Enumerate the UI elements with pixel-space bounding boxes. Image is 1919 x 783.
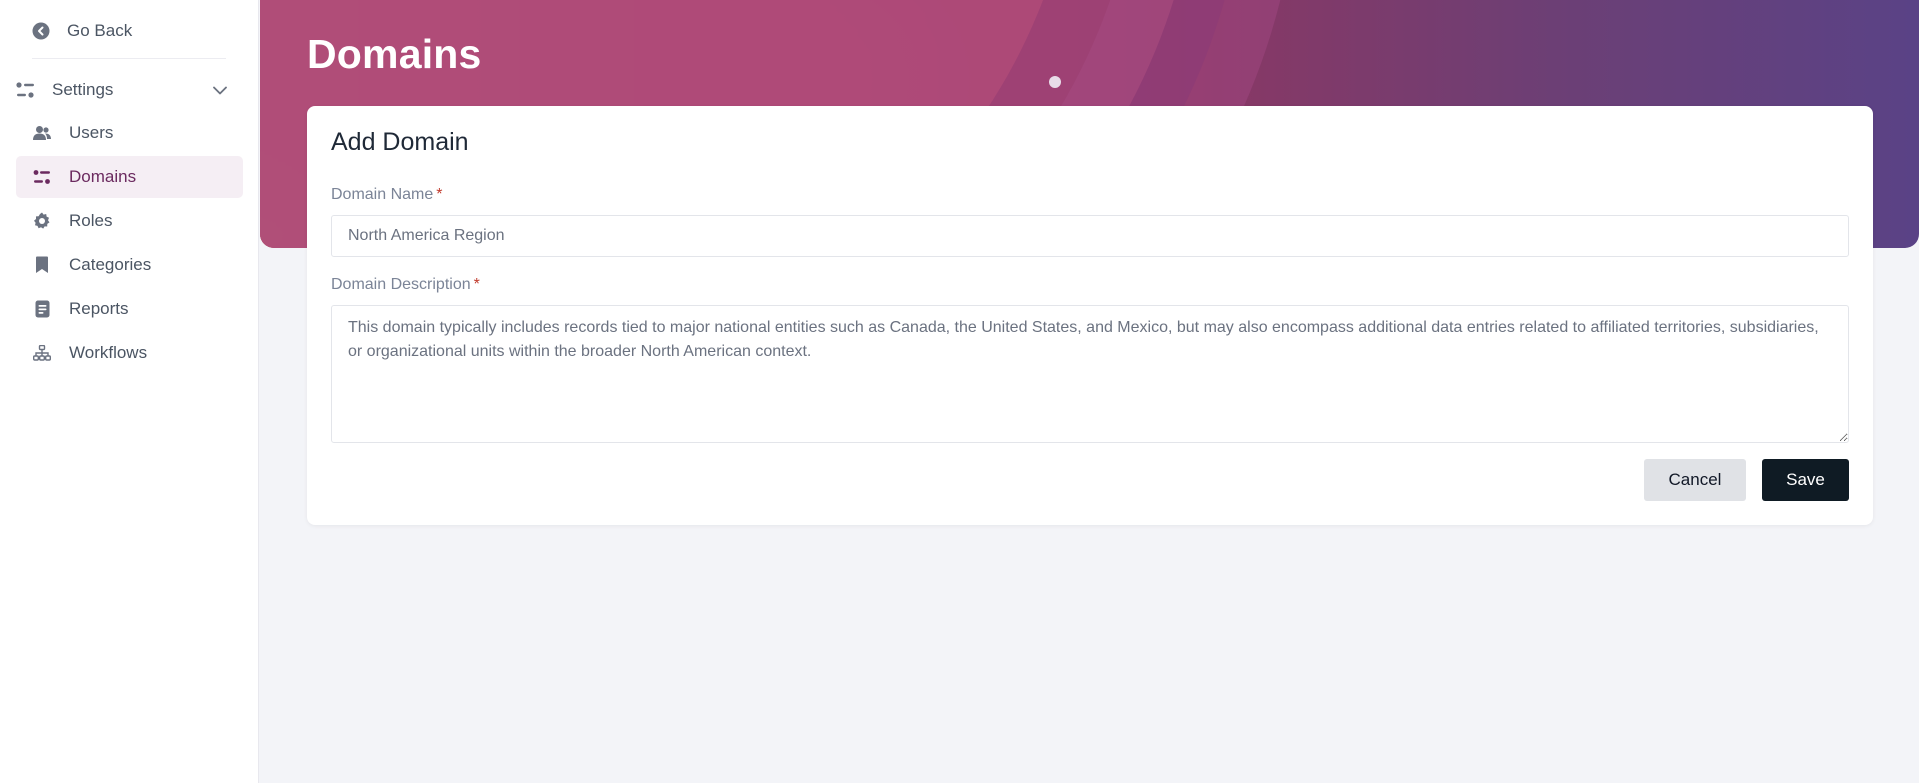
sidebar-item-label: Domains: [69, 167, 137, 186]
domain-description-label: Domain Description *: [331, 276, 480, 294]
go-back-button[interactable]: Go Back: [32, 18, 132, 44]
card-title: Add Domain: [331, 128, 469, 156]
hierarchy-icon: [33, 344, 51, 362]
sidebar-item-domains[interactable]: Domains: [16, 156, 243, 198]
page-title: Domains: [307, 31, 482, 77]
sidebar-item-categories[interactable]: Categories: [16, 244, 243, 286]
domain-name-label-text: Domain Name: [331, 186, 434, 203]
save-button[interactable]: Save: [1762, 459, 1849, 501]
chevron-down-icon: [212, 82, 228, 98]
required-marker: *: [436, 186, 443, 203]
domain-description-label-text: Domain Description: [331, 276, 471, 293]
domain-name-label: Domain Name *: [331, 186, 443, 204]
go-back-label: Go Back: [67, 21, 133, 40]
settings-label: Settings: [52, 80, 114, 99]
sidebar-item-label: Reports: [69, 299, 129, 318]
users-icon: [33, 124, 51, 142]
chevron-left-circle-icon: [32, 22, 50, 40]
add-domain-card: Add Domain Domain Name* Domain Descripti…: [307, 106, 1873, 525]
domain-description-textarea[interactable]: This domain typically includes records t…: [331, 305, 1849, 443]
cancel-button[interactable]: Cancel: [1644, 459, 1746, 501]
bookmark-icon: [33, 256, 51, 274]
sidebar-item-roles[interactable]: Roles: [16, 200, 243, 242]
settings-group-toggle[interactable]: Settings: [16, 76, 228, 104]
sliders-icon: [33, 168, 51, 186]
sidebar-item-label: Roles: [69, 211, 113, 230]
sidebar-item-label: Workflows: [69, 343, 148, 362]
sidebar: Go Back Settings Users Domains Roles Cat: [0, 0, 259, 783]
sidebar-item-workflows[interactable]: Workflows: [16, 332, 243, 374]
required-marker: *: [473, 276, 480, 293]
sliders-icon: [16, 80, 36, 100]
sidebar-item-users[interactable]: Users: [16, 112, 243, 154]
sidebar-divider: [32, 58, 226, 59]
report-icon: [33, 300, 51, 318]
sidebar-item-reports[interactable]: Reports: [16, 288, 243, 330]
sidebar-item-label: Categories: [69, 255, 152, 274]
gear-icon: [33, 212, 51, 230]
sidebar-item-label: Users: [69, 123, 114, 142]
domain-name-input[interactable]: [331, 215, 1849, 257]
